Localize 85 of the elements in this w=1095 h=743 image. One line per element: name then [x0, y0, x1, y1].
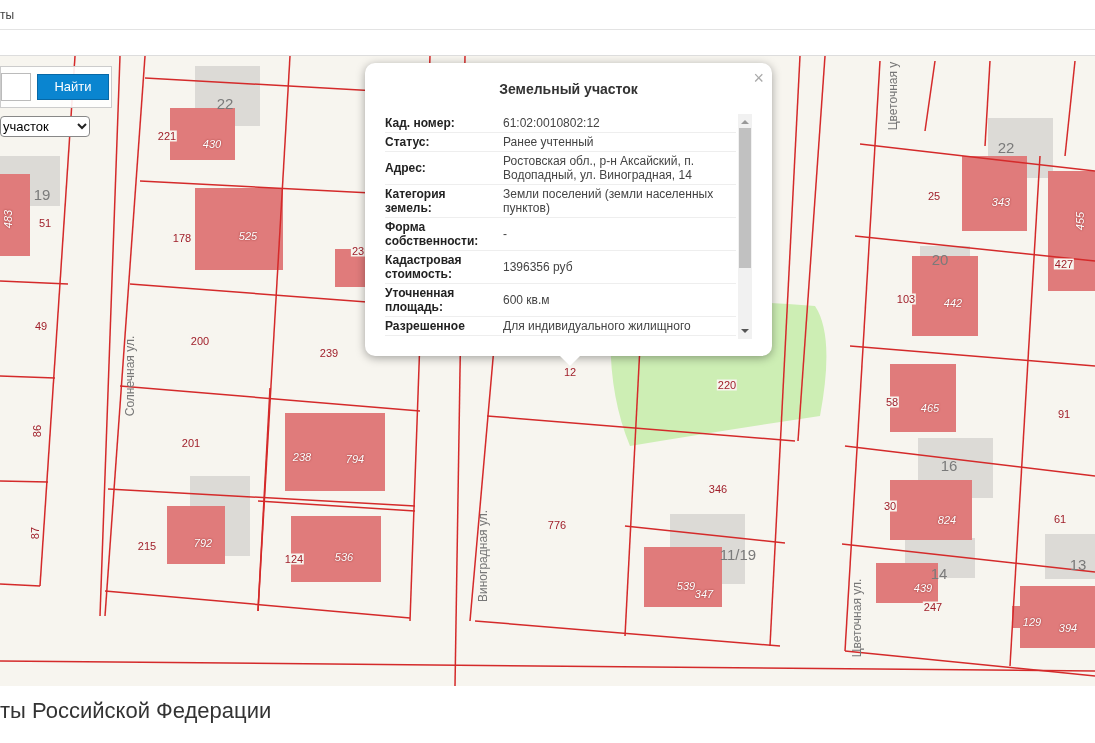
parcel-number: 51 — [37, 217, 53, 229]
parcel-number: 25 — [926, 190, 942, 202]
scroll-up-icon — [741, 118, 749, 126]
field-value: - — [503, 227, 507, 241]
house-outline — [1045, 534, 1095, 579]
parcel-number: 427 — [1053, 258, 1075, 270]
parcel-number: 221 — [156, 130, 178, 142]
parcel-number: 61 — [1052, 513, 1068, 525]
house-number: 22 — [997, 139, 1015, 155]
parcel-number: 346 — [707, 483, 729, 495]
field-label: Адрес: — [385, 161, 427, 175]
type-select[interactable]: участок — [0, 116, 90, 137]
field-value: Ростовская обл., р-н Аксайский, п. Водопадный, ул. Виноградная, 14 — [503, 154, 695, 182]
section-heading: ты Российской Федерации — [0, 700, 273, 722]
building-number: 536 — [334, 551, 354, 563]
field-value: Ранее учтенный — [503, 135, 594, 149]
field-label: Кадастровая стоимость: — [385, 253, 463, 281]
building-number: 238 — [292, 451, 312, 463]
field-value: 600 кв.м — [503, 293, 550, 307]
building-number: 539 — [676, 580, 696, 592]
building-number: 792 — [193, 537, 213, 549]
street-name: Цветочная у — [887, 61, 899, 131]
field-label: Статус: — [385, 135, 431, 149]
parcel-number: 220 — [716, 379, 738, 391]
building-number: 483 — [2, 209, 14, 229]
field-label: Разрешенное — [385, 319, 466, 333]
building-number: 129 — [1022, 616, 1042, 628]
house-number: 20 — [931, 251, 949, 267]
popup-title: Земельный участок — [498, 80, 639, 99]
field-value: Для индивидуального жилищного — [503, 319, 691, 333]
parcel-number: 776 — [546, 519, 568, 531]
building-shape — [335, 249, 365, 287]
header-text: ты — [0, 6, 15, 24]
house-number: 19 — [33, 186, 51, 202]
parcel-number: 12 — [562, 366, 578, 378]
parcel-number: 124 — [283, 553, 305, 565]
parcel-number: 30 — [882, 500, 898, 512]
field-label: Категория земель: — [385, 187, 447, 215]
close-button[interactable]: × — [753, 65, 764, 92]
scrollbar[interactable] — [738, 114, 752, 339]
house-number: 22 — [216, 95, 234, 111]
parcel-number: 103 — [895, 293, 917, 305]
field-label: Уточненная площадь: — [385, 286, 456, 314]
parcel-number: 49 — [33, 320, 49, 332]
building-number: 439 — [913, 582, 933, 594]
field-value: 1396356 руб — [503, 260, 573, 274]
field-label: Кад. номер: — [385, 116, 456, 130]
field-value: 61:02:0010802:12 — [503, 116, 600, 130]
street-name: Виноградная ул. — [477, 510, 489, 602]
map[interactable] — [0, 56, 1095, 686]
house-number: 13 — [1069, 556, 1087, 572]
parcel-number: 239 — [318, 347, 340, 359]
scroll-down-icon — [741, 327, 749, 335]
building-number: 442 — [943, 297, 963, 309]
building-number: 430 — [202, 138, 222, 150]
parcel-number: 215 — [136, 540, 158, 552]
parcel-number: 178 — [171, 232, 193, 244]
scroll-thumb[interactable] — [739, 128, 751, 268]
building-number: 455 — [1074, 211, 1086, 231]
parcel-number: 86 — [31, 423, 43, 439]
field-label: Форма собственности: — [385, 220, 480, 248]
building-shape — [167, 506, 225, 564]
house-number: 16 — [940, 457, 958, 473]
chevron-down-icon — [77, 123, 87, 130]
building-number: 794 — [345, 453, 365, 465]
building-number: 343 — [991, 196, 1011, 208]
building-number: 824 — [937, 514, 957, 526]
parcel-number: 58 — [884, 396, 900, 408]
street-name: Солнечная ул. — [124, 335, 136, 417]
building-number: 465 — [920, 402, 940, 414]
parcel-number: 201 — [180, 437, 202, 449]
parcel-number: 91 — [1056, 408, 1072, 420]
building-number: 394 — [1058, 622, 1078, 634]
parcel-boundary — [924, 60, 936, 132]
building-number: 347 — [694, 588, 714, 600]
search-button[interactable]: Найти — [37, 74, 109, 100]
popup-pointer — [560, 356, 580, 366]
search-field[interactable] — [1, 73, 31, 101]
building-number: 525 — [238, 230, 258, 242]
street-name: Цветочная ул. — [851, 578, 863, 658]
field-value: Земли поселений (земли населенных пунктов) — [503, 187, 715, 215]
parcel-number: 87 — [29, 525, 41, 541]
parcel-number: 247 — [922, 601, 944, 613]
parcel-number: 23 — [350, 245, 366, 257]
parcel-number: 200 — [189, 335, 211, 347]
